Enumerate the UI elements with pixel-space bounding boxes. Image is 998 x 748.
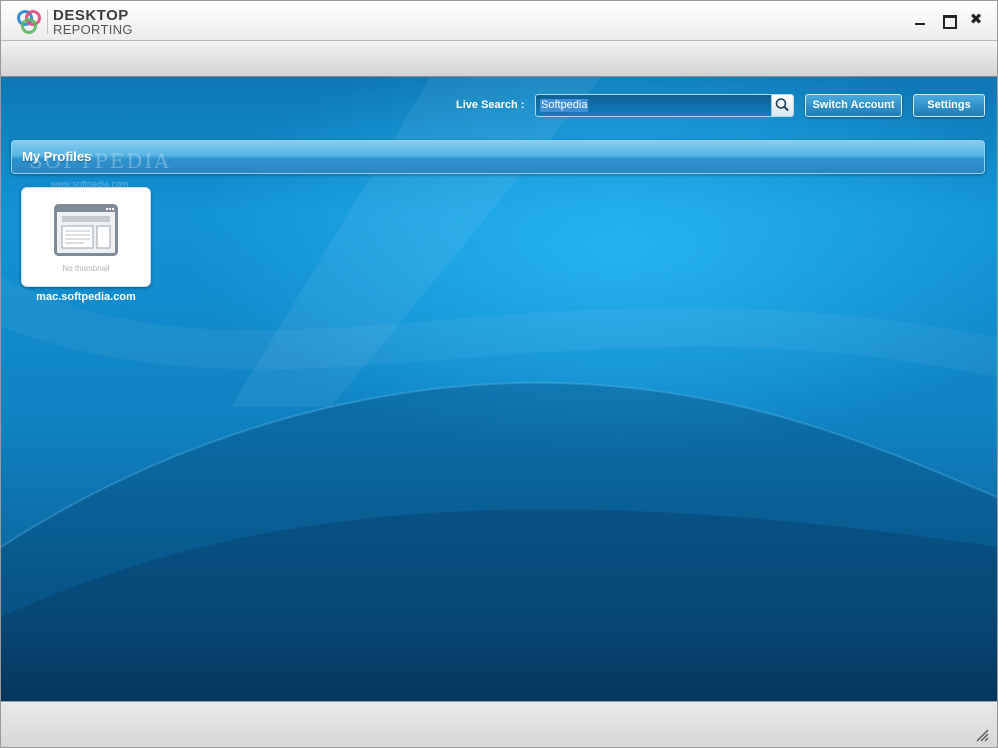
close-button[interactable]: ✖ <box>967 11 985 29</box>
resize-grip-icon[interactable] <box>975 728 989 742</box>
search-icon <box>775 98 789 112</box>
switch-account-button[interactable]: Switch Account <box>805 94 902 117</box>
minimize-button[interactable] <box>911 11 929 29</box>
logo-line-1: DESKTOP <box>53 7 129 24</box>
live-search-input[interactable] <box>536 95 771 116</box>
settings-button[interactable]: Settings <box>913 94 985 117</box>
logo-divider <box>47 10 48 34</box>
app-logo-icon <box>17 10 41 34</box>
browser-window-icon <box>54 204 118 256</box>
no-thumbnail-text: No thumbnail <box>62 264 110 273</box>
title-bar: DESKTOP REPORTING ✖ <box>1 1 997 41</box>
live-search-field: Softpedia <box>535 94 794 117</box>
live-search-label: Live Search : <box>456 99 525 111</box>
softpedia-watermark: SOFTPEDIA <box>29 149 171 173</box>
maximize-button[interactable] <box>939 11 957 29</box>
toolbar-strip <box>1 41 997 77</box>
status-bar <box>1 701 997 747</box>
search-button[interactable] <box>771 95 793 116</box>
main-panel: Live Search : Softpedia Switch Account S… <box>1 77 997 701</box>
logo-line-2: REPORTING <box>53 22 133 37</box>
profile-tile[interactable]: No thumbnail <box>21 187 151 287</box>
profile-tile-label[interactable]: mac.softpedia.com <box>21 291 151 303</box>
app-logo-text: DESKTOP REPORTING <box>53 7 133 37</box>
app-window: DESKTOP REPORTING ✖ Live Search : Softpe… <box>0 0 998 748</box>
